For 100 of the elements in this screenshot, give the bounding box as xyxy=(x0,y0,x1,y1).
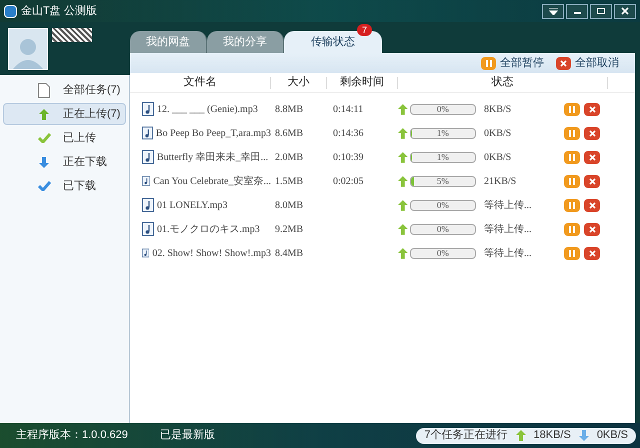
file-name: Bo Peep Bo Peep_T,ara.mp3 xyxy=(156,126,271,140)
sidebar-item[interactable]: 已上传 xyxy=(3,127,126,149)
cancel-all-button[interactable]: 全部取消 xyxy=(556,54,619,72)
pause-button[interactable] xyxy=(564,198,580,212)
file-size: 9.2MB xyxy=(274,222,304,236)
transfer-status: 0KB/S xyxy=(483,150,512,164)
sidebar-item[interactable]: 已下载 xyxy=(3,175,126,197)
file-size: 2.0MB xyxy=(274,150,304,164)
x-icon xyxy=(588,250,596,256)
file-name: 01.モノクロのキス.mp3 xyxy=(157,222,260,236)
progress-percent: 1% xyxy=(436,152,450,162)
file-size: 8.8MB xyxy=(274,102,304,116)
transfer-status: 等待上传... xyxy=(483,198,532,212)
x-icon xyxy=(560,60,567,66)
upload-arrow-icon xyxy=(39,108,49,120)
pause-button[interactable] xyxy=(564,102,580,116)
cancel-button[interactable] xyxy=(584,198,600,212)
cancel-button[interactable] xyxy=(584,126,600,140)
sidebar-label: 已上传 xyxy=(63,130,96,146)
x-icon xyxy=(588,178,596,184)
close-button[interactable] xyxy=(614,4,636,18)
sidebar-item[interactable]: 正在下载 xyxy=(3,151,126,173)
caret-icon xyxy=(548,8,558,14)
file-name: 12. ___ ___ (Genie).mp3 xyxy=(157,102,258,116)
document-icon xyxy=(38,82,50,98)
music-file-icon xyxy=(142,246,150,260)
x-icon xyxy=(588,226,596,232)
remaining-time: 0:10:39 xyxy=(332,150,365,164)
cancel-button[interactable] xyxy=(584,222,600,236)
file-name: Can You Celebrate_安室奈... xyxy=(153,174,271,188)
transfer-status: 8KB/S xyxy=(483,102,512,116)
remaining-time: 0:14:11 xyxy=(332,102,364,116)
pause-button[interactable] xyxy=(564,174,580,188)
column-header: 大小 xyxy=(286,75,310,90)
cancel-button[interactable] xyxy=(584,174,600,188)
column-header: 状态 xyxy=(490,74,514,90)
sidebar-item[interactable]: 全部任务(7) xyxy=(3,79,126,101)
column-header: 文件名 xyxy=(182,74,218,90)
upload-speed: 18KB/S xyxy=(534,428,571,444)
cancel-button[interactable] xyxy=(584,150,600,164)
transfer-status: 等待上传... xyxy=(483,246,532,260)
transfer-status: 0KB/S xyxy=(483,126,512,140)
sidebar-item[interactable]: 正在上传(7) xyxy=(3,103,126,125)
version-text: 主程序版本：1.0.0.629 xyxy=(16,428,128,444)
x-icon xyxy=(588,106,596,112)
file-size: 1.5MB xyxy=(274,174,304,188)
file-size: 8.0MB xyxy=(274,198,304,212)
tab[interactable]: 传输状态 xyxy=(284,31,382,53)
x-icon xyxy=(588,130,596,136)
sidebar-label: 已下载 xyxy=(63,178,96,194)
pause-button[interactable] xyxy=(564,150,580,164)
music-file-icon xyxy=(142,126,153,140)
progress-percent: 1% xyxy=(436,128,450,138)
music-file-icon xyxy=(142,102,154,116)
column-header: 剩余时间 xyxy=(339,75,385,90)
cancel-button[interactable] xyxy=(584,246,600,260)
checkmark-icon xyxy=(38,181,50,191)
minimize-button[interactable] xyxy=(566,4,588,18)
sidebar-label: 全部任务(7) xyxy=(63,82,120,98)
update-status: 已是最新版 xyxy=(160,428,215,444)
music-file-icon xyxy=(142,198,154,212)
download-arrow-icon xyxy=(578,430,589,441)
pause-all-button[interactable]: 全部暂停 xyxy=(481,54,544,72)
app-logo-icon xyxy=(4,4,17,18)
maximize-button[interactable] xyxy=(590,4,612,18)
close-icon xyxy=(621,7,629,15)
progress-percent: 5% xyxy=(436,176,450,186)
download-arrow-icon xyxy=(39,156,49,168)
transfer-status: 等待上传... xyxy=(483,222,532,236)
file-size: 8.4MB xyxy=(274,246,304,260)
sidebar-label: 正在下载 xyxy=(63,154,107,170)
menu-dropdown-button[interactable] xyxy=(542,4,564,18)
file-name: 02. Show! Show! Show!.mp3 xyxy=(152,246,271,260)
upload-arrow-icon xyxy=(516,430,526,441)
pause-button[interactable] xyxy=(564,222,580,236)
pause-button[interactable] xyxy=(564,246,580,260)
upload-arrow-icon xyxy=(398,248,408,258)
upload-arrow-icon xyxy=(398,104,408,114)
remaining-time: 0:02:05 xyxy=(332,174,365,188)
obscured-username xyxy=(52,28,92,42)
upload-arrow-icon xyxy=(398,200,408,210)
cancel-button[interactable] xyxy=(584,102,600,116)
task-count: 7个任务正在进行 xyxy=(424,428,508,444)
x-icon xyxy=(588,154,596,160)
upload-arrow-icon xyxy=(398,176,408,186)
pause-button[interactable] xyxy=(564,126,580,140)
music-file-icon xyxy=(142,150,154,164)
progress-percent: 0% xyxy=(436,224,450,234)
upload-arrow-icon xyxy=(398,224,408,234)
music-file-icon xyxy=(142,174,150,188)
upload-arrow-icon xyxy=(398,128,408,138)
transfer-status: 21KB/S xyxy=(483,174,518,188)
file-size: 8.6MB xyxy=(274,126,304,140)
file-name: 01 LONELY.mp3 xyxy=(157,198,228,212)
sidebar-label: 正在上传(7) xyxy=(63,106,120,122)
music-file-icon xyxy=(142,222,154,236)
download-speed: 0KB/S xyxy=(596,428,628,444)
progress-percent: 0% xyxy=(436,104,450,114)
progress-percent: 0% xyxy=(436,200,450,210)
window-title: 金山T盘 公测版 xyxy=(21,4,97,19)
